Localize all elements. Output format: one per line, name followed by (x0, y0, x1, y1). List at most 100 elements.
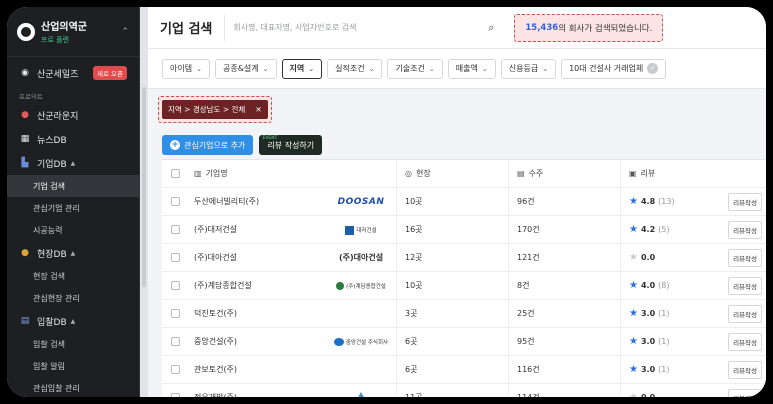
row-checkbox[interactable] (170, 253, 180, 262)
review-score: 3.0 (640, 337, 656, 346)
chevron-down-icon: ⌄ (481, 64, 488, 73)
sidebar-item-news[interactable]: ▦ 뉴스DB (7, 127, 139, 151)
news-icon: ▦ (20, 134, 30, 144)
write-review-row-button[interactable]: 리뷰작성 (728, 388, 762, 397)
chevron-down-icon: ⌄ (542, 64, 549, 73)
review-icon: ▣ (629, 169, 637, 178)
company-name[interactable]: 덕진토건(주) (194, 308, 326, 319)
worker-icon: ● (21, 248, 29, 258)
table-row[interactable]: 정우개발(주) 11곳114건 ★0.0 리뷰작성 (162, 384, 766, 397)
star-icon: ★ (629, 364, 638, 375)
sidebar-sub-bid-alert[interactable]: 입찰 알림 (7, 355, 139, 377)
write-review-row-button[interactable]: 리뷰작성 (728, 248, 762, 267)
sidebar-item-label: 산군세일즈 (37, 69, 79, 80)
sidebar-sub-company-watch[interactable]: 관심기업 관리 (7, 197, 139, 219)
row-checkbox[interactable] (170, 197, 180, 206)
row-checkbox[interactable] (170, 225, 180, 234)
search-input[interactable]: 회사명, 대표자명, 사업자번호로 검색 ⌕ (224, 14, 502, 41)
caret-up-icon: ▲ (70, 159, 76, 167)
row-checkbox[interactable] (170, 281, 180, 290)
company-name: 산업의역군 (41, 22, 87, 33)
row-checkbox[interactable] (170, 337, 180, 346)
company-logo: (주)대아건설 (338, 253, 384, 262)
company-name[interactable]: 중앙건설(주) (194, 336, 326, 347)
table-row[interactable]: 덕진토건(주) 3곳 25건 ★ 3.0 (1) 리뷰작성 (162, 300, 766, 328)
row-checkbox[interactable] (170, 309, 180, 318)
table-row[interactable]: 중앙건설(주) 중앙건설 주식회사 6곳 95건 ★ 3.0 (1) 리뷰작성 (162, 328, 766, 356)
header-order: 수주 (528, 169, 544, 178)
table-row[interactable]: (주)계담종합건설 (주)계담종합건설 10곳 8건 ★ 4.0 (8) 리뷰작성 (162, 272, 766, 300)
sidebar-sub-capability[interactable]: 시공능력 (7, 219, 139, 241)
site-count: 3곳 (396, 300, 508, 327)
order-count: 114건 (508, 384, 620, 397)
review-score: 4.0 (640, 281, 656, 290)
location-icon: ◎ (405, 169, 412, 178)
scrollbar[interactable] (140, 7, 148, 397)
review-score: 0.0 (641, 393, 655, 397)
building-icon: ▙ (21, 158, 29, 168)
table-row[interactable]: 두산에너빌리티(주) DOOSAN 10곳 96건 ★ 4.8 (13) 리뷰작성 (162, 188, 766, 216)
site-count: 10곳 (396, 272, 508, 299)
sidebar-item-lounge[interactable]: ● 산군라운지 (7, 103, 139, 127)
review-count: (13) (658, 197, 675, 206)
workspace-switcher[interactable]: 산업의역군 프로 플랜 ⌃ (7, 7, 139, 57)
review-score: 4.8 (640, 197, 656, 206)
company-name[interactable]: 정우개발(주) (194, 392, 326, 397)
review-count: (1) (658, 309, 670, 318)
filter-region[interactable]: 지역 ⌄ (281, 58, 323, 79)
filter-performance[interactable]: 실적조건 ⌄ (327, 58, 383, 79)
filter-item[interactable]: 아이템 ⌄ (162, 58, 210, 79)
caret-up-icon: ▲ (70, 249, 76, 257)
company-table: ▥ 기업명 ◎ 현장 ▤ 수주 ▣ 리뷰 두산에너빌리티(주) DOOSAN 10곳 96건 ★… (162, 159, 766, 397)
sidebar-item-sales[interactable]: ◉ 산군세일즈 새로 오픈 (7, 61, 139, 85)
order-count: 121건 (508, 244, 620, 271)
filter-bar: 아이템 ⌄ 공종&설계 ⌄ 지역 ⌄ 실적조건 ⌄ 기술조건 ⌄ 매출액 ⌄ 신용등급 ⌄ 1… (148, 49, 766, 89)
company-name[interactable]: (주)계담종합건설 (194, 280, 326, 291)
chevron-down-icon: ⌄ (262, 64, 269, 73)
sidebar-sub-company-search[interactable]: 기업 검색 (7, 175, 139, 197)
document-icon: ▤ (20, 316, 30, 326)
applied-filter-tag[interactable]: 지역 > 경상남도 > 전체 ✕ (162, 99, 268, 119)
sidebar-sub-site-watch[interactable]: 관심현장 관리 (7, 287, 139, 309)
star-icon: ★ (629, 224, 638, 235)
write-review-row-button[interactable]: 리뷰작성 (728, 192, 762, 211)
sidebar-sub-site-search[interactable]: 현장 검색 (7, 265, 139, 287)
select-all-checkbox[interactable] (170, 169, 180, 178)
sidebar-item-site-db[interactable]: ● 현장DB ▲ (7, 241, 139, 265)
close-icon[interactable]: ✕ (255, 105, 261, 114)
filter-credit[interactable]: 신용등급 ⌄ (500, 58, 557, 79)
table-row[interactable]: (주)대아건설 (주)대아건설 12곳 121건 ★ 0.0 리뷰작성 (162, 244, 766, 272)
company-name[interactable]: 관보토건(주) (194, 364, 326, 375)
row-checkbox[interactable] (170, 365, 180, 374)
company-name[interactable]: (주)대저건설 (194, 224, 326, 235)
filter-work-type[interactable]: 공종&설계 ⌄ (214, 58, 277, 79)
review-count: (1) (658, 337, 670, 346)
table-row[interactable]: 관보토건(주) 6곳 116건 ★ 3.0 (1) 리뷰작성 (162, 356, 766, 384)
row-checkbox[interactable] (170, 393, 180, 397)
applied-filters: 지역 > 경상남도 > 전체 ✕ (148, 89, 766, 129)
filter-tech[interactable]: 기술조건 ⌄ (387, 58, 443, 79)
company-logo: DOOSAN (337, 196, 385, 207)
table-row[interactable]: (주)대저건설 대저건설 16곳 170건 ★ 4.2 (5) 리뷰작성 (162, 216, 766, 244)
company-name[interactable]: (주)대아건설 (194, 252, 326, 263)
write-review-row-button[interactable]: 리뷰작성 (728, 220, 762, 239)
write-review-button[interactable]: EVENT 리뷰 작성하기 (259, 135, 323, 155)
filter-top10-partner[interactable]: 10대 건설사 거래업체 ✓ (561, 58, 667, 79)
sidebar-item-bid-db[interactable]: ▤ 입찰DB ▲ (7, 309, 139, 333)
sidebar-sub-bid-watch[interactable]: 관심입찰 관리 (7, 377, 139, 397)
write-review-row-button[interactable]: 리뷰작성 (728, 276, 762, 295)
result-count-banner: 15,436 의 회사가 검색되었습니다. (514, 13, 664, 42)
sidebar-item-company-db[interactable]: ▙ 기업DB ▲ (7, 151, 139, 175)
company-name[interactable]: 두산에너빌리티(주) (194, 196, 326, 207)
order-count: 170건 (508, 216, 620, 243)
add-watch-button[interactable]: + 관심기업으로 추가 (162, 135, 254, 155)
write-review-row-button[interactable]: 리뷰작성 (728, 332, 762, 351)
building-icon: ▥ (194, 169, 202, 178)
main-content: 기업 검색 회사명, 대표자명, 사업자번호로 검색 ⌕ 15,436 의 회사… (148, 7, 766, 397)
write-review-row-button[interactable]: 리뷰작성 (728, 360, 762, 379)
search-icon[interactable]: ⌕ (488, 21, 494, 35)
sidebar-sub-bid-search[interactable]: 입찰 검색 (7, 333, 139, 355)
write-review-row-button[interactable]: 리뷰작성 (728, 304, 762, 323)
filter-sales[interactable]: 매출액 ⌄ (447, 58, 496, 79)
chat-icon: ● (21, 110, 29, 120)
